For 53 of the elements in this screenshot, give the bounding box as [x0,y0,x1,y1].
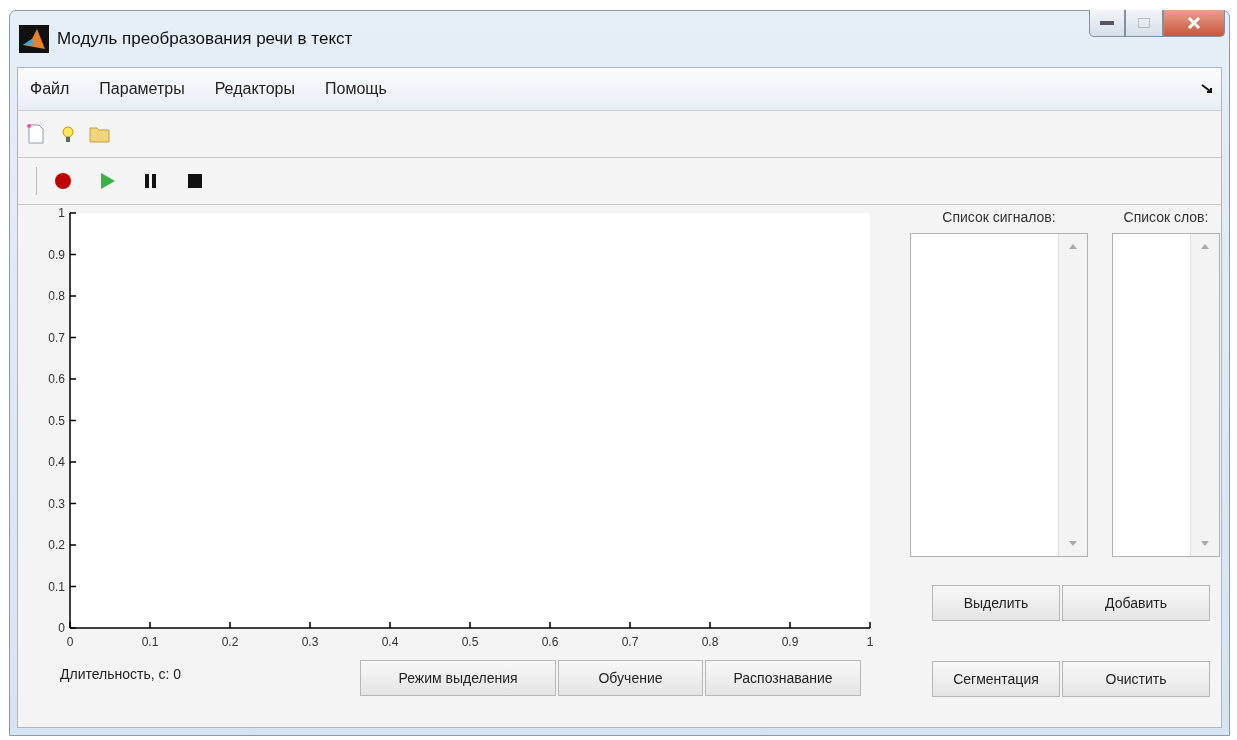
app-logo-icon [19,25,49,53]
menu-item[interactable]: Редакторы [214,80,295,98]
scrollbar[interactable] [1058,234,1087,556]
y-tick-label: 0.9 [48,247,65,262]
y-tick-label: 0.8 [48,289,65,303]
minimize-icon [1100,21,1114,25]
x-tick-label: 0.3 [301,635,319,649]
scrollbar[interactable] [1190,234,1219,556]
list-action-button[interactable]: Выделить [932,585,1060,621]
x-tick-label: 0 [66,635,74,649]
list-label: Список слов: [1123,209,1209,225]
action-button[interactable]: Сегментация [932,661,1060,697]
y-tick-label: 0.2 [48,538,65,552]
y-tick-label: 0.4 [48,455,65,469]
menu-item[interactable]: Файл [30,80,70,98]
y-tick-label: 0.1 [48,579,65,594]
y-tick-label: 0.7 [48,330,65,345]
maximize-button[interactable] [1125,10,1163,37]
window-title: Модуль преобразования речи в текст [57,29,353,49]
x-tick-label: 0.9 [781,635,799,649]
y-tick-label: 0.6 [48,372,65,386]
x-tick-label: 0.5 [461,635,479,649]
x-tick-label: 0.2 [221,635,239,649]
listbox[interactable] [910,233,1088,557]
close-icon [1187,17,1201,29]
dock-arrow-icon[interactable] [1201,84,1213,94]
x-tick-label: 0.7 [621,635,639,649]
x-tick-label: 0.1 [141,635,159,649]
menu-item[interactable]: Параметры [99,80,185,98]
x-tick-label: 0.8 [701,635,719,649]
scroll-up-icon[interactable] [1201,244,1209,249]
action-button[interactable]: Очистить [1062,661,1210,697]
list-label: Список сигналов: [942,209,1056,225]
x-tick-label: 0.6 [541,635,559,649]
mode-button[interactable]: Распознавание [705,660,861,696]
maximize-icon [1138,18,1150,28]
y-tick-label: 0 [58,621,65,635]
scroll-down-icon[interactable] [1069,541,1077,546]
scroll-down-icon[interactable] [1201,541,1209,546]
mode-button[interactable]: Режим выделения [360,660,556,696]
list-action-button[interactable]: Добавить [1062,585,1210,621]
x-tick-label: 1 [866,635,874,649]
y-tick-label: 0.5 [48,413,65,428]
x-tick-label: 0.4 [381,635,399,649]
minimize-button[interactable] [1089,10,1125,37]
y-tick-label: 0.3 [48,496,65,511]
y-tick-label: 1 [58,206,65,220]
scroll-up-icon[interactable] [1069,244,1077,249]
duration-label: Длительность, с: 0 [60,666,183,682]
listbox[interactable] [1112,233,1220,557]
mode-button[interactable]: Обучение [558,660,703,696]
menu-item[interactable]: Помощь [325,80,387,98]
close-button[interactable] [1163,10,1225,37]
